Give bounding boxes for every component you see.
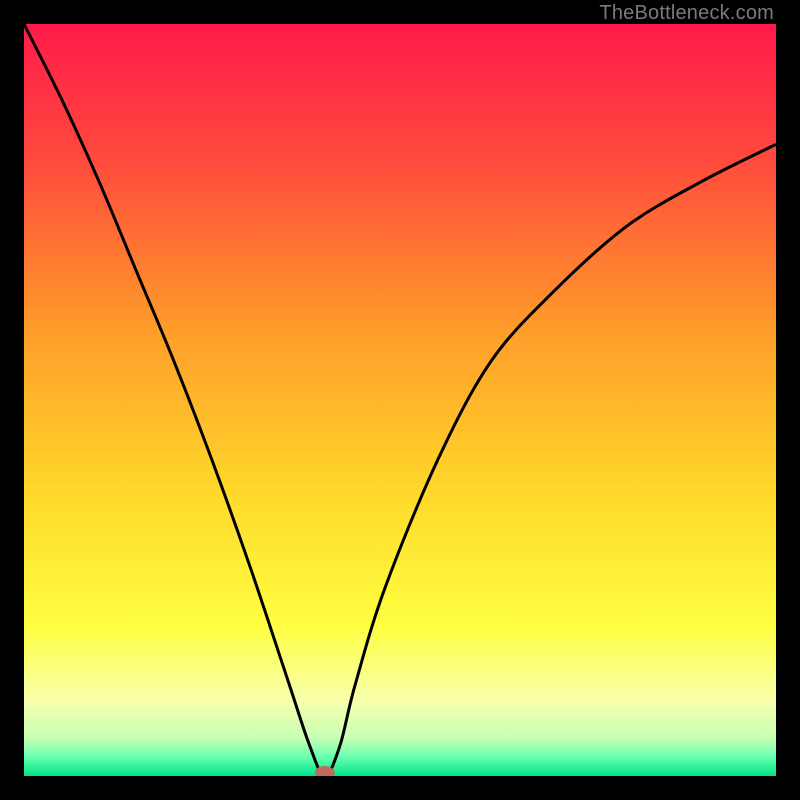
watermark-text: TheBottleneck.com xyxy=(599,2,774,25)
chart-frame xyxy=(24,24,776,776)
bottleneck-chart xyxy=(24,24,776,776)
gradient-background xyxy=(24,24,776,776)
